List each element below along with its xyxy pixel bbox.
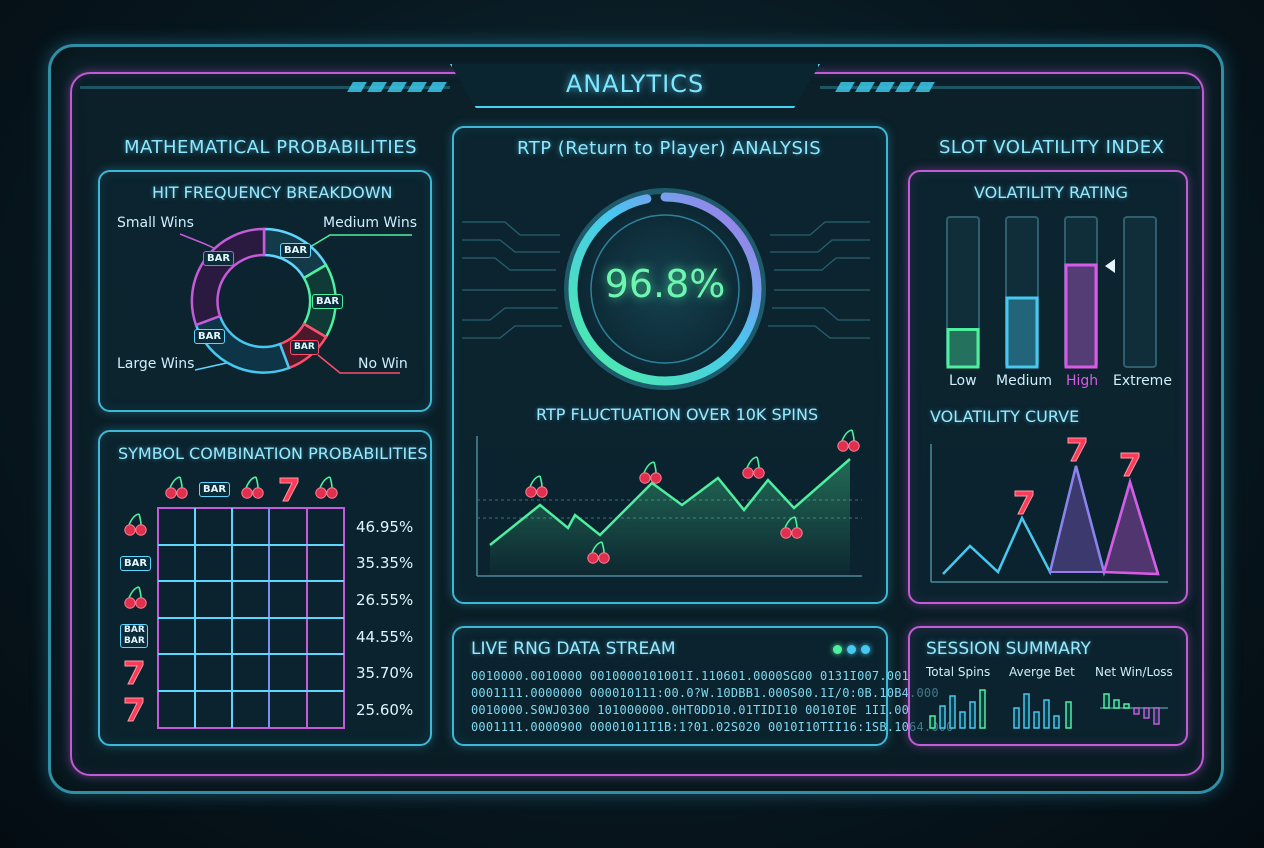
bet-bar-4 <box>1043 699 1050 729</box>
bet-bar-6 <box>1065 701 1072 729</box>
net-bar-5 <box>1143 707 1150 719</box>
bet-bar-1 <box>1013 707 1020 729</box>
spins-bar-3 <box>949 695 956 729</box>
bet-bar-3 <box>1033 711 1040 729</box>
net-bar-6 <box>1153 707 1160 725</box>
bet-bar-2 <box>1023 693 1030 729</box>
bet-bar-5 <box>1053 715 1060 729</box>
net-bar-2 <box>1113 699 1120 709</box>
net-bar-3 <box>1123 703 1130 709</box>
spins-bar-5 <box>969 701 976 729</box>
spins-bar-4 <box>959 711 966 729</box>
net-bar-1 <box>1103 693 1110 709</box>
net-bar-4 <box>1133 707 1140 715</box>
spins-bar-1 <box>929 715 936 729</box>
spins-bar-6 <box>979 689 986 729</box>
spins-bar-2 <box>939 705 946 729</box>
session-sparkbars <box>929 689 1168 729</box>
